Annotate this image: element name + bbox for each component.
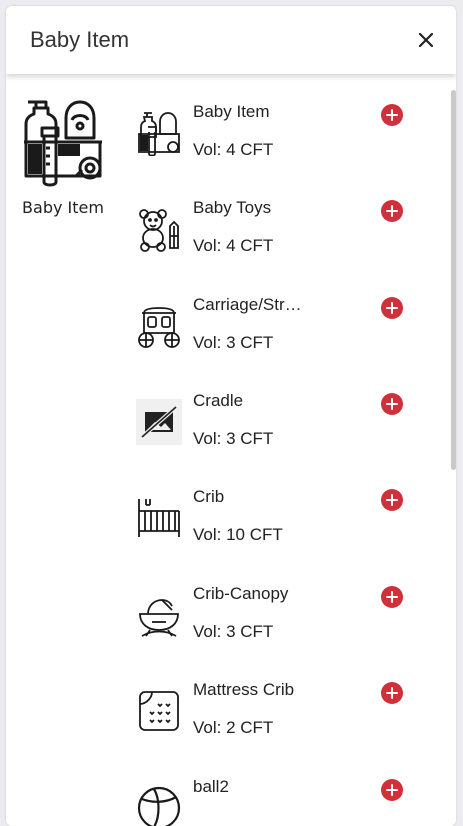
item-name: ball2 xyxy=(193,777,229,796)
category-baby-item[interactable]: Baby Item xyxy=(20,98,106,217)
image-placeholder-icon xyxy=(136,399,182,445)
carriage-icon xyxy=(136,303,182,349)
list-item: Mattress Crib Vol: 2 CFT xyxy=(136,680,416,760)
close-icon xyxy=(419,33,433,47)
item-volume: Vol: 3 CFT xyxy=(193,333,274,352)
item-picker-dialog: Baby Item Baby Item Baby Item Vol: 4 CFT… xyxy=(6,6,456,826)
item-volume: Vol: 4 CFT xyxy=(193,236,274,255)
item-name: Baby Item xyxy=(193,102,270,121)
ball-icon xyxy=(136,785,182,826)
item-volume: Vol: 3 CFT xyxy=(193,429,274,448)
list-item: Cradle Vol: 3 CFT xyxy=(136,391,416,471)
mattress-icon xyxy=(136,688,182,734)
list-item: Crib-Canopy Vol: 3 CFT xyxy=(136,584,416,664)
list-item: Baby Toys Vol: 4 CFT xyxy=(136,198,416,278)
add-item-button[interactable] xyxy=(381,682,403,704)
item-name: Crib-Canopy xyxy=(193,584,289,603)
scrollbar[interactable] xyxy=(451,90,456,470)
crib-canopy-icon xyxy=(136,592,182,638)
add-item-button[interactable] xyxy=(381,200,403,222)
item-volume: Vol: 3 CFT xyxy=(193,622,274,641)
item-name: Baby Toys xyxy=(193,198,272,217)
item-volume: Vol: 2 CFT xyxy=(193,718,274,737)
category-label: Baby Item xyxy=(22,198,104,217)
crib-icon xyxy=(136,495,182,541)
item-name: Cradle xyxy=(193,391,244,410)
dialog-title: Baby Item xyxy=(30,27,130,52)
add-item-button[interactable] xyxy=(381,297,403,319)
baby-items-icon xyxy=(24,100,102,187)
list-item: ball2 xyxy=(136,777,416,826)
item-name: Crib xyxy=(193,487,225,506)
baby-items-icon xyxy=(136,110,182,156)
item-name: Mattress Crib xyxy=(193,680,295,699)
item-name: Carriage/Str… xyxy=(193,295,302,314)
teddy-bear-icon xyxy=(136,206,182,252)
list-item: Baby Item Vol: 4 CFT xyxy=(136,102,416,182)
add-item-button[interactable] xyxy=(381,393,403,415)
list-item: Carriage/Str… Vol: 3 CFT xyxy=(136,295,416,375)
list-item: Crib Vol: 10 CFT xyxy=(136,487,416,567)
item-volume: Vol: 10 CFT xyxy=(193,525,283,544)
close-button[interactable] xyxy=(412,26,440,54)
add-item-button[interactable] xyxy=(381,489,403,511)
item-volume: Vol: 4 CFT xyxy=(193,140,274,159)
dialog-header: Baby Item xyxy=(6,6,456,74)
add-item-button[interactable] xyxy=(381,779,403,801)
add-item-button[interactable] xyxy=(381,586,403,608)
add-item-button[interactable] xyxy=(381,104,403,126)
